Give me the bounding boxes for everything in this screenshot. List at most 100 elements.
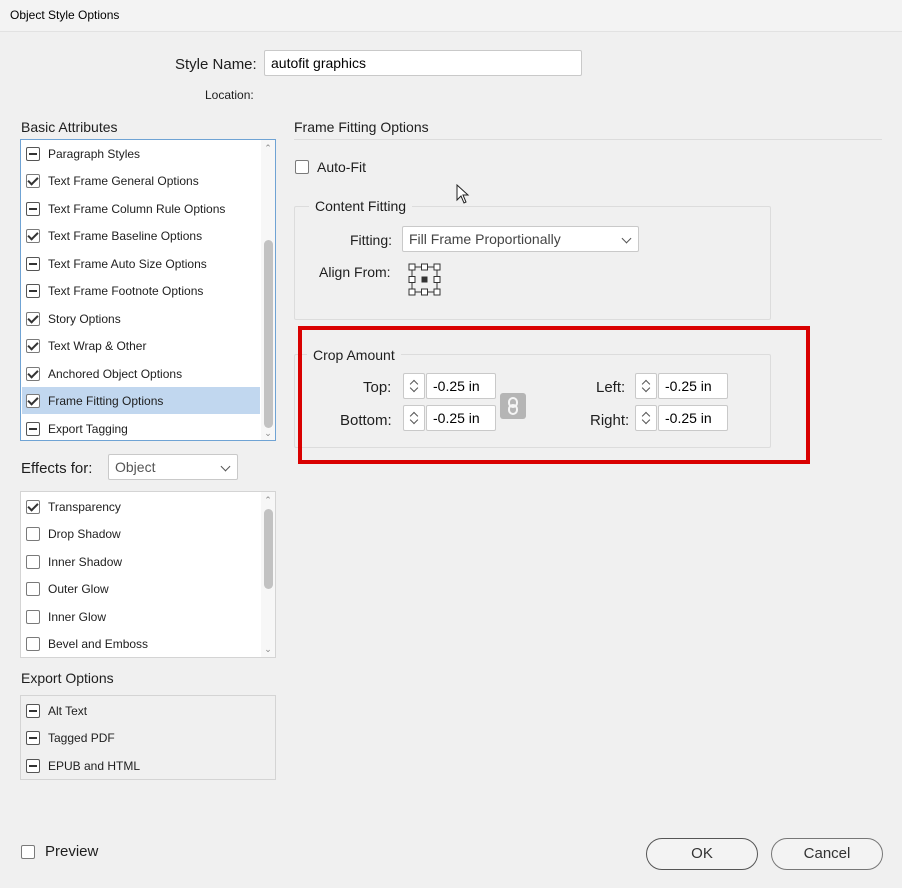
preview-checkbox[interactable]: Preview	[21, 843, 98, 860]
auto-fit-checkbox[interactable]: Auto-Fit	[295, 159, 366, 175]
list-item-label: Story Options	[48, 312, 121, 326]
list-item[interactable]: Text Frame Auto Size Options	[22, 251, 260, 277]
chevron-down-icon	[220, 461, 231, 472]
effects-for-value: Object	[115, 459, 156, 475]
effects-for-label: Effects for:	[21, 460, 93, 477]
checkbox[interactable]	[26, 174, 40, 188]
export-options-header: Export Options	[21, 670, 114, 686]
checkbox[interactable]	[26, 610, 40, 624]
scroll-up-icon[interactable]: ⌃	[263, 495, 273, 505]
checkbox[interactable]	[26, 704, 40, 718]
list-item-label: Drop Shadow	[48, 527, 121, 541]
list-item-label: Frame Fitting Options	[48, 393, 164, 408]
list-item-label: Export Tagging	[48, 422, 128, 436]
list-item-label: Paragraph Styles	[48, 147, 141, 161]
list-item[interactable]: Text Frame Baseline Options	[22, 223, 260, 249]
list-item-label: Text Frame Footnote Options	[48, 284, 204, 298]
list-item[interactable]: Outer Glow	[22, 576, 260, 602]
checkbox[interactable]	[26, 731, 40, 745]
effects-for-dropdown[interactable]: Object	[108, 454, 238, 480]
ok-button[interactable]: OK	[646, 838, 758, 870]
checkbox[interactable]	[26, 257, 40, 271]
list-item-label: Text Frame Baseline Options	[48, 229, 203, 243]
list-item[interactable]: Text Frame Footnote Options	[22, 278, 260, 304]
checkbox[interactable]	[26, 555, 40, 569]
scroll-down-icon[interactable]: ⌄	[263, 644, 273, 654]
list-item-label: Inner Glow	[48, 610, 107, 624]
content-fitting-group	[294, 206, 771, 320]
highlight-annotation	[298, 326, 810, 464]
list-item[interactable]: Text Wrap & Other	[22, 333, 260, 359]
align-from-label: Align From:	[319, 264, 391, 280]
list-item[interactable]: Tagged PDF	[22, 725, 272, 751]
checkbox[interactable]	[26, 759, 40, 773]
scroll-up-icon[interactable]: ⌃	[263, 143, 273, 153]
list-item[interactable]: Text Frame Column Rule Options	[22, 196, 260, 222]
checkbox[interactable]	[26, 339, 40, 353]
list-item[interactable]: Story Options	[22, 306, 260, 332]
checkbox[interactable]	[21, 844, 35, 859]
frame-fitting-header: Frame Fitting Options	[294, 119, 429, 135]
checkbox[interactable]	[26, 422, 40, 436]
list-item[interactable]: Inner Shadow	[22, 549, 260, 575]
reference-point-icon[interactable]	[408, 263, 441, 296]
list-item-label: Outer Glow	[48, 582, 109, 596]
basic-attributes-list[interactable]: Paragraph Styles Text Frame General Opti…	[20, 139, 276, 441]
list-item-label: Text Frame General Options	[48, 174, 199, 188]
list-item-label: Inner Shadow	[48, 555, 123, 569]
list-item-selected[interactable]: Frame Fitting Options	[22, 387, 260, 414]
list-item-label: Text Frame Column Rule Options	[48, 202, 226, 216]
list-item[interactable]: EPUB and HTML	[22, 753, 272, 779]
mouse-cursor-icon	[456, 184, 470, 204]
effects-list[interactable]: Transparency Drop Shadow Inner Shadow Ou…	[20, 491, 276, 658]
checkbox[interactable]	[26, 500, 40, 514]
list-item[interactable]: Drop Shadow	[22, 521, 260, 547]
scroll-thumb[interactable]	[264, 240, 273, 428]
divider	[294, 139, 882, 140]
list-item[interactable]: Transparency	[22, 494, 260, 520]
list-item-label: Tagged PDF	[48, 731, 115, 745]
scroll-down-icon[interactable]: ⌄	[263, 428, 273, 438]
chevron-down-icon	[621, 233, 632, 244]
fitting-dropdown[interactable]: Fill Frame Proportionally	[402, 226, 639, 252]
auto-fit-label: Auto-Fit	[317, 159, 367, 175]
checkbox[interactable]	[26, 312, 40, 326]
location-label: Location:	[205, 88, 254, 102]
basic-attributes-header: Basic Attributes	[21, 119, 118, 135]
cancel-button[interactable]: Cancel	[771, 838, 883, 870]
checkbox[interactable]	[26, 527, 40, 541]
list-item[interactable]: Paragraph Styles	[22, 141, 260, 167]
list-item[interactable]: Inner Glow	[22, 604, 260, 630]
list-item[interactable]: Alt Text	[22, 698, 272, 724]
checkbox[interactable]	[26, 367, 40, 381]
checkbox[interactable]	[26, 147, 40, 161]
checkbox[interactable]	[295, 160, 309, 174]
checkbox[interactable]	[26, 284, 40, 298]
list-item-label: Alt Text	[48, 704, 88, 718]
checkbox[interactable]	[26, 637, 40, 651]
export-options-list[interactable]: Alt Text Tagged PDF EPUB and HTML	[20, 695, 276, 780]
fitting-value: Fill Frame Proportionally	[409, 231, 561, 247]
scroll-thumb[interactable]	[264, 509, 273, 589]
scrollbar[interactable]: ⌃ ⌄	[261, 492, 275, 657]
list-item-label: Text Wrap & Other	[48, 339, 147, 353]
scrollbar[interactable]: ⌃ ⌄	[261, 140, 275, 440]
checkbox[interactable]	[26, 582, 40, 596]
list-item-label: Text Frame Auto Size Options	[48, 257, 207, 271]
list-item[interactable]: Text Frame General Options	[22, 168, 260, 194]
list-item[interactable]: Bevel and Emboss	[22, 631, 260, 657]
window-title: Object Style Options	[10, 8, 120, 22]
checkbox[interactable]	[26, 202, 40, 216]
list-item-label: EPUB and HTML	[48, 759, 141, 773]
list-item[interactable]: Anchored Object Options	[22, 361, 260, 387]
list-item-label: Transparency	[48, 500, 121, 514]
fitting-label: Fitting:	[350, 232, 393, 248]
list-item-label: Anchored Object Options	[48, 367, 183, 381]
checkbox[interactable]	[26, 393, 40, 408]
content-fitting-title: Content Fitting	[309, 198, 413, 214]
list-item-label: Bevel and Emboss	[48, 637, 149, 651]
list-item[interactable]: Export Tagging	[22, 416, 260, 440]
checkbox[interactable]	[26, 229, 40, 243]
style-name-input[interactable]: autofit graphics	[264, 50, 582, 76]
title-bar[interactable]: Object Style Options	[0, 0, 902, 32]
